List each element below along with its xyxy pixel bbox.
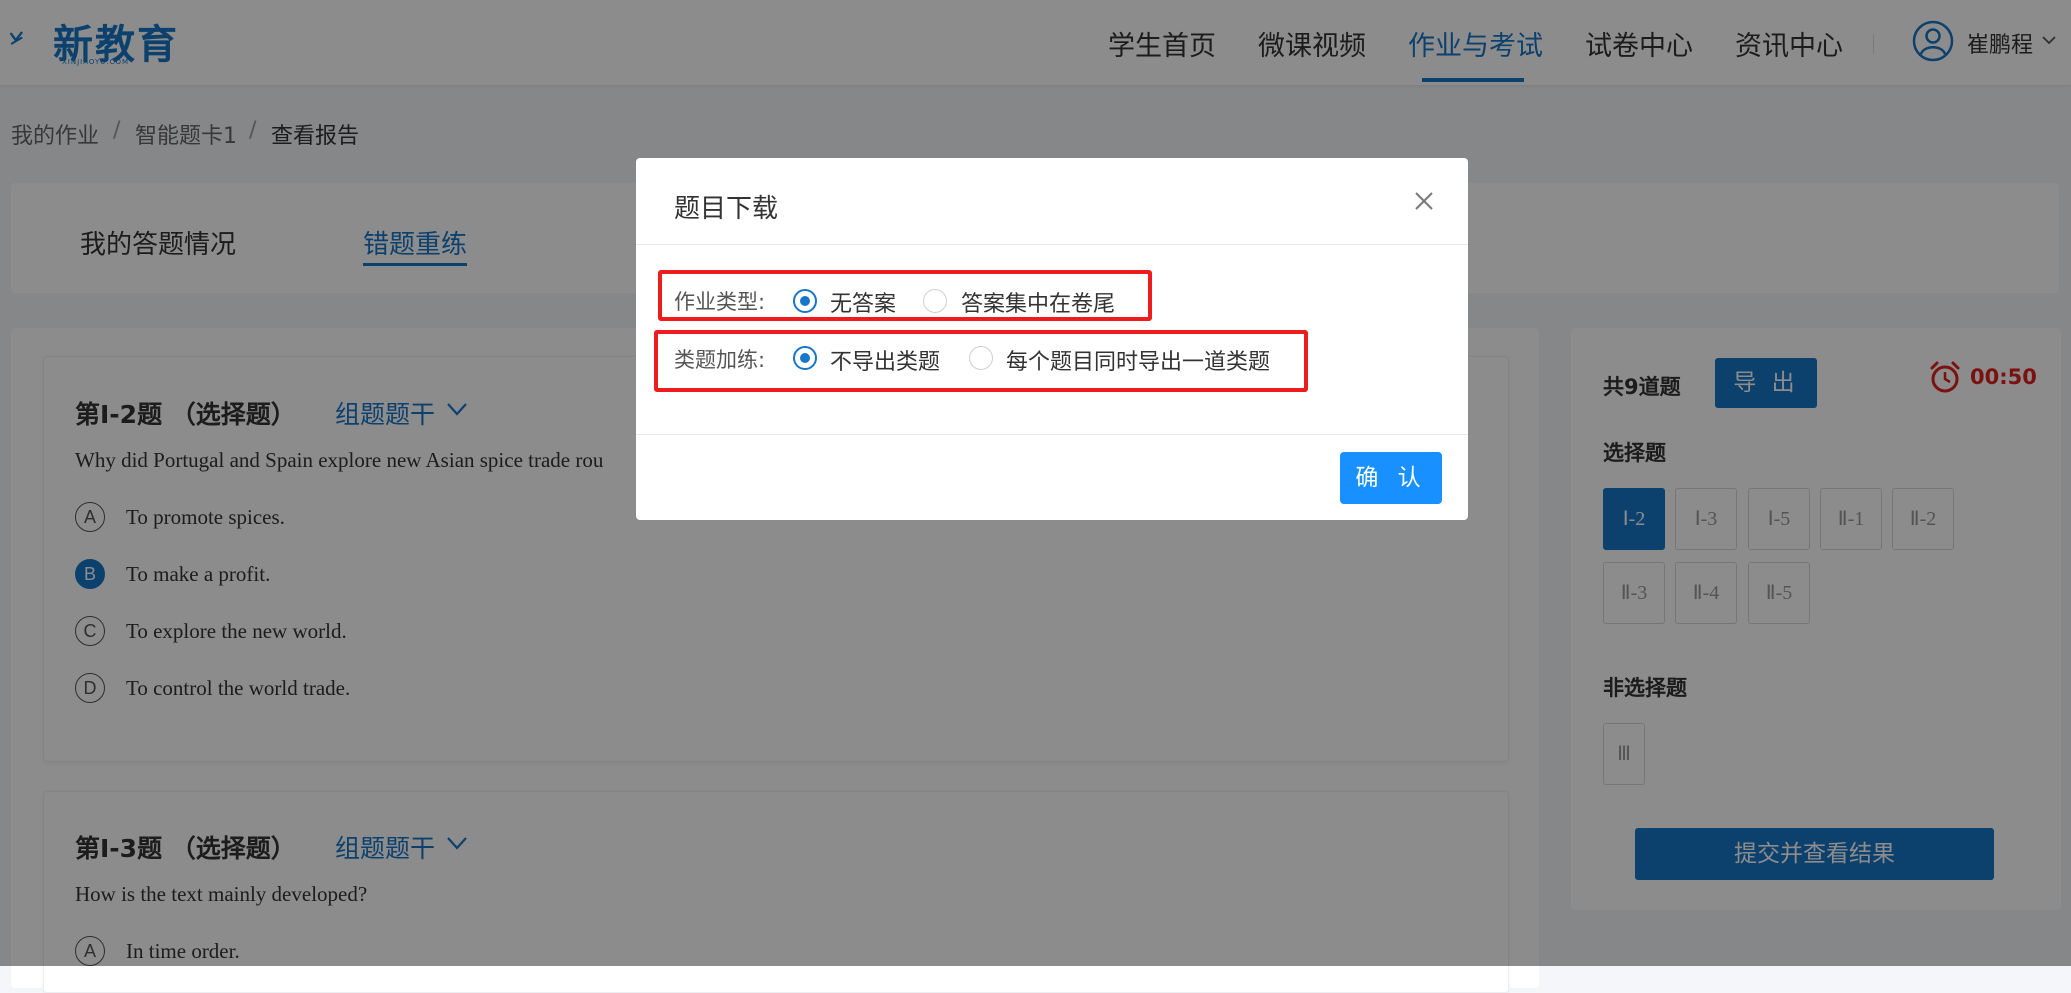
radio-answers-at-end-label[interactable]: 答案集中在卷尾 [961,286,1115,318]
radio-no-answer[interactable] [793,289,817,313]
radio-no-answer-label[interactable]: 无答案 [830,286,896,318]
similar-practice-label: 类题加练: [674,348,766,372]
dialog-title: 题目下载 [674,194,779,224]
radio-no-similar-label[interactable]: 不导出类题 [830,344,940,376]
confirm-button[interactable]: 确 认 [1340,452,1442,504]
radio-no-similar[interactable] [793,346,817,370]
radio-export-similar[interactable] [969,346,993,370]
homework-type-label: 作业类型: [674,290,766,314]
dialog-divider [636,244,1468,245]
dialog-divider [636,434,1468,435]
radio-export-similar-label[interactable]: 每个题目同时导出一道类题 [1006,344,1270,376]
radio-answers-at-end[interactable] [923,289,947,313]
close-icon[interactable] [1409,186,1439,216]
